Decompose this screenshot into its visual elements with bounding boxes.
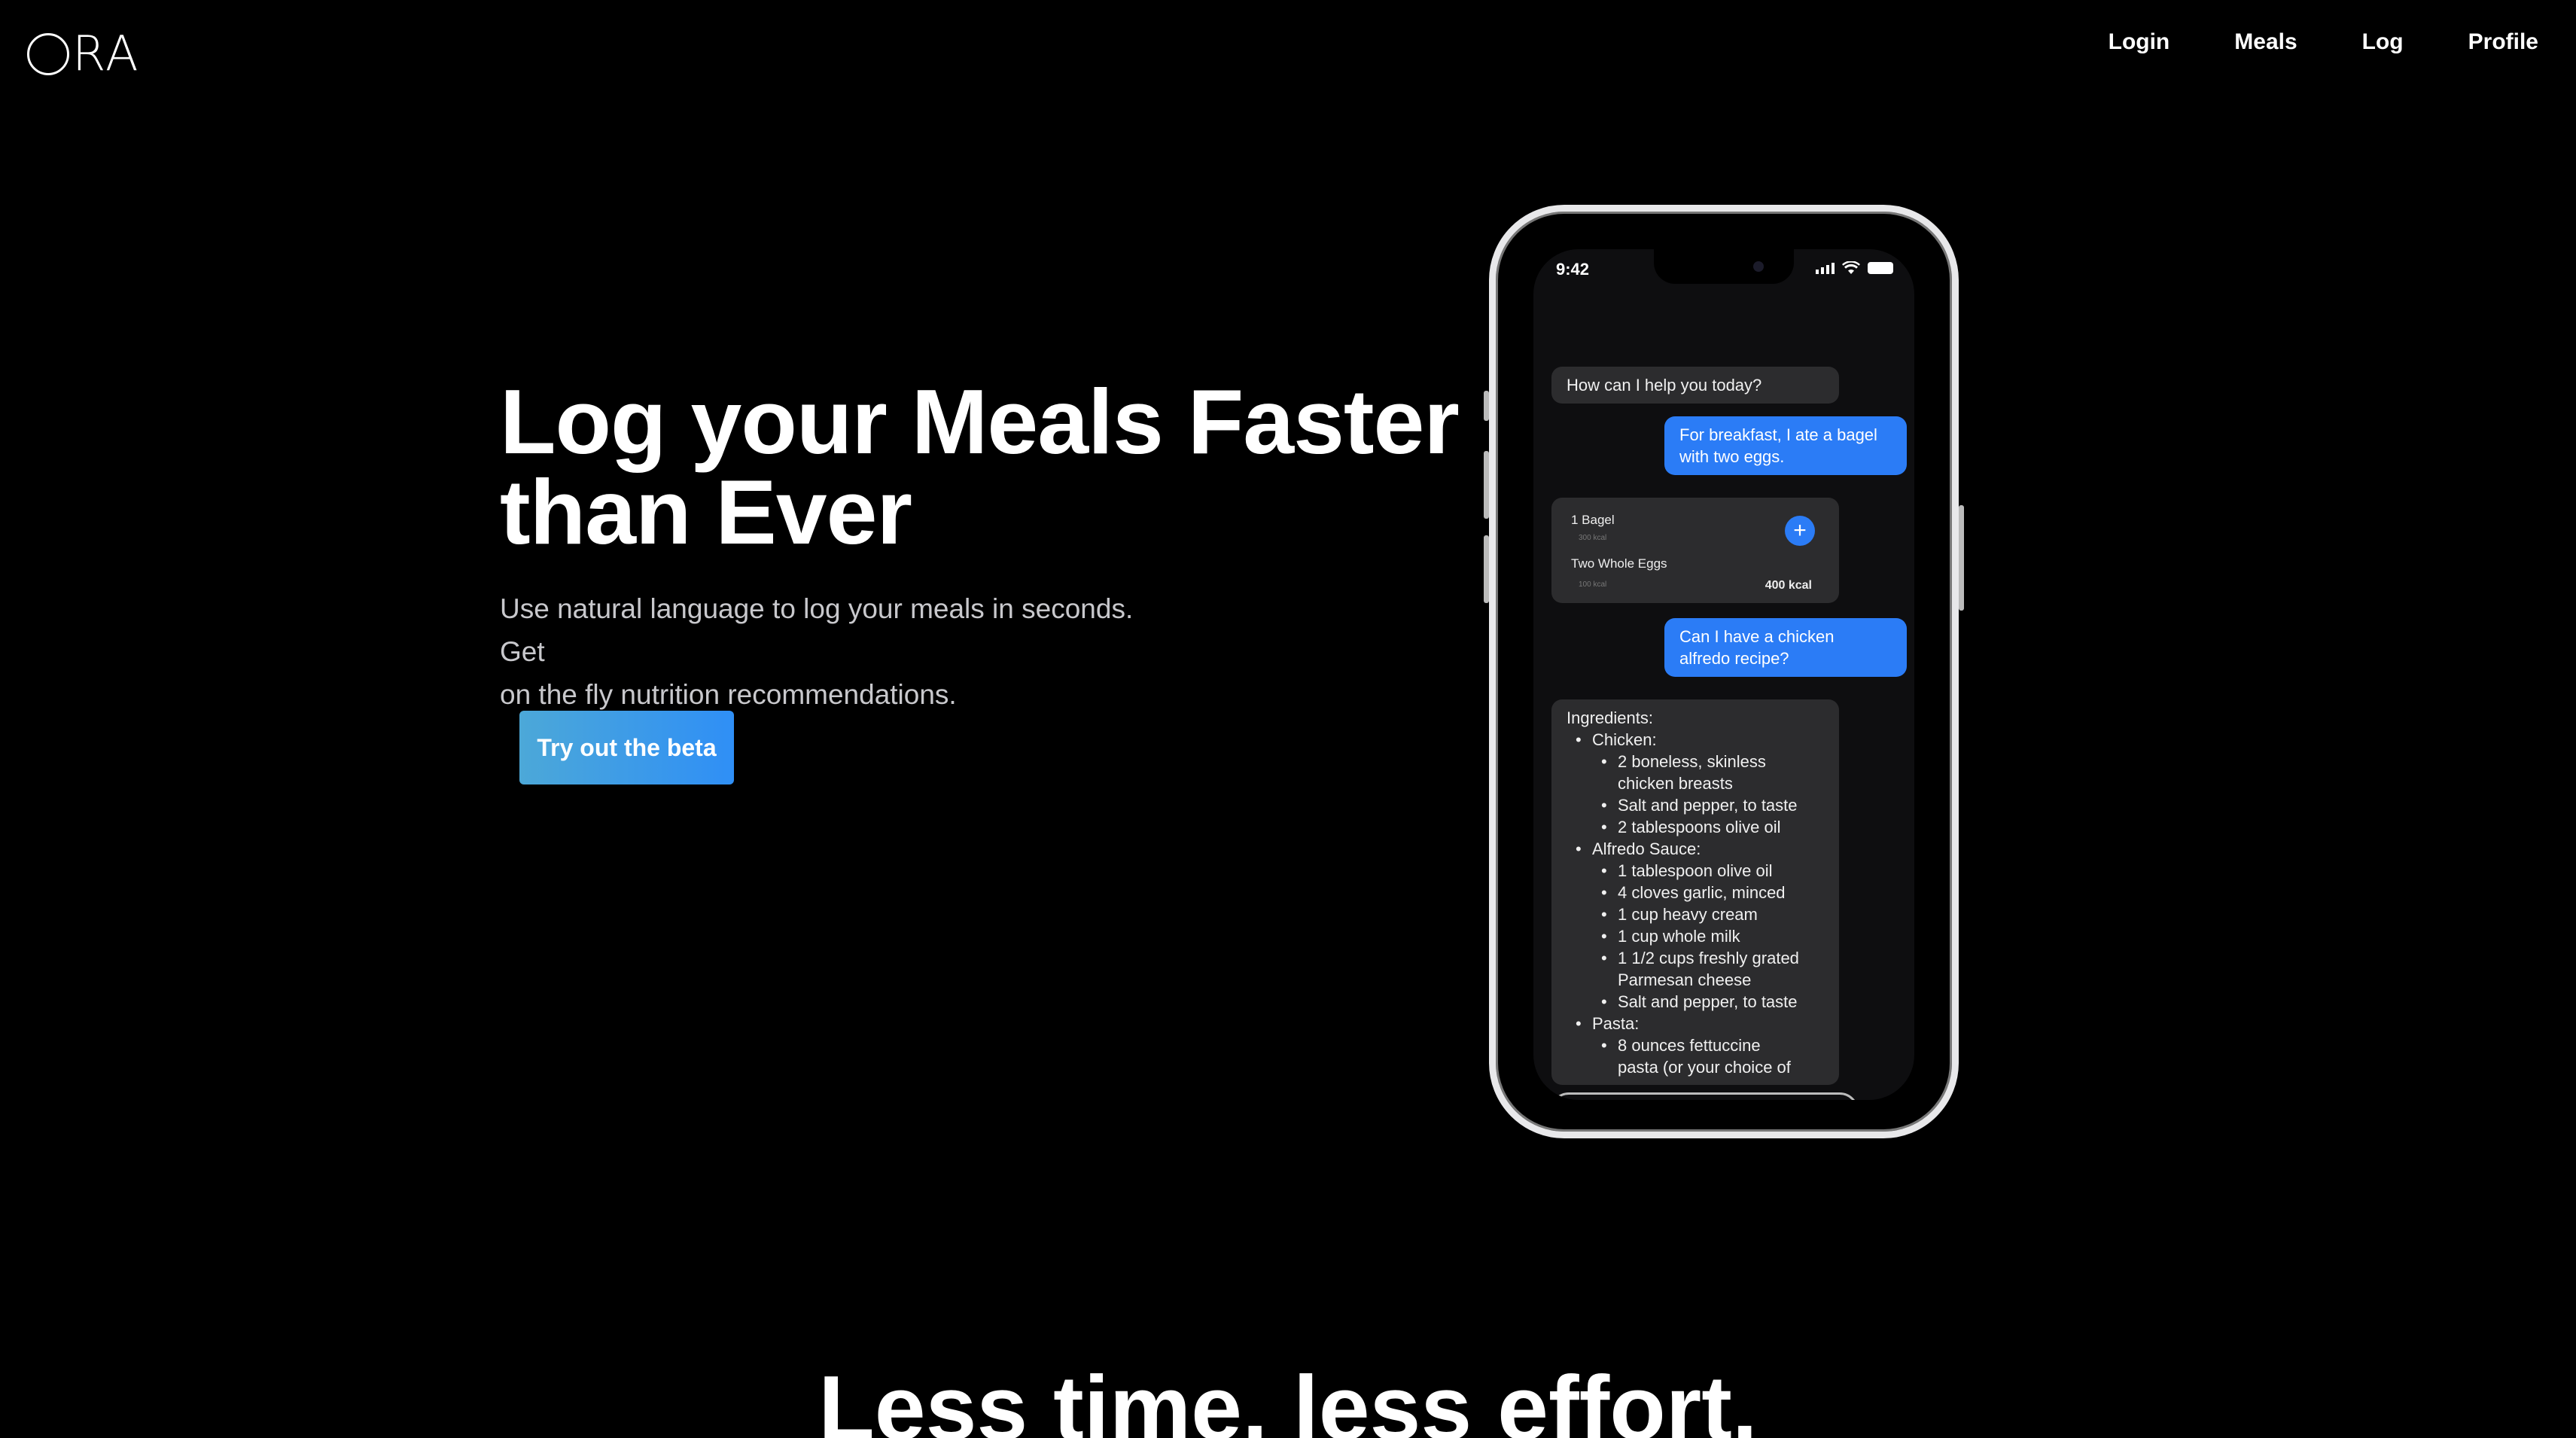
hero-title-line1: Log your Meals Faster: [500, 370, 1460, 473]
camera-icon: [1753, 261, 1764, 272]
user-message-line: Can I have a chicken: [1679, 627, 1835, 646]
meal-item-kcal: 100 kcal: [1579, 580, 1607, 589]
recipe-list: Chicken: 2 boneless, skinless chicken br…: [1567, 729, 1824, 1078]
logo-circle-icon: [27, 33, 69, 75]
logo-text: RA: [72, 26, 140, 82]
recipe-ingredient: 2 boneless, skinless: [1567, 751, 1824, 772]
meal-item-name: Two Whole Eggs: [1571, 556, 1667, 571]
user-message-line: with two eggs.: [1679, 447, 1785, 466]
battery-icon: [1868, 262, 1893, 274]
nav-meals[interactable]: Meals: [2234, 27, 2297, 57]
meal-item-name: 1 Bagel: [1571, 513, 1615, 527]
logo[interactable]: RA: [27, 30, 140, 78]
recipe-ingredient: 1 cup whole milk: [1567, 925, 1824, 947]
send-button[interactable]: ↑: [1875, 1098, 1907, 1100]
phone-power-button: [1959, 505, 1964, 611]
user-message-bubble: Can I have a chicken alfredo recipe?: [1664, 618, 1907, 677]
nav-log[interactable]: Log: [2362, 27, 2404, 57]
recipe-ingredient: 1 tablespoon olive oil: [1567, 860, 1824, 882]
recipe-ingredient: 1 1/2 cups freshly grated: [1567, 947, 1824, 969]
phone-notch: [1654, 249, 1794, 284]
recipe-ingredient-continued: pasta (or your choice of: [1618, 1058, 1791, 1077]
nav-profile[interactable]: Profile: [2468, 27, 2538, 57]
phone-volume-up: [1484, 451, 1489, 519]
recipe-ingredient: 1 cup heavy cream: [1567, 903, 1824, 925]
recipe-ingredient: Salt and pepper, to taste: [1567, 991, 1824, 1013]
add-meal-button[interactable]: +: [1785, 516, 1815, 546]
hero-subtitle: Use natural language to log your meals i…: [500, 587, 1177, 716]
nav-login[interactable]: Login: [2109, 27, 2170, 57]
meal-summary-card: 1 Bagel 300 kcal Two Whole Eggs 100 kcal…: [1551, 498, 1839, 603]
recipe-ingredient-continued: chicken breasts: [1618, 774, 1733, 793]
user-message-line: For breakfast, I ate a bagel: [1679, 425, 1877, 444]
meal-total-kcal: 400 kcal: [1765, 579, 1812, 592]
wifi-icon: [1842, 261, 1860, 274]
phone-screen: 9:42 How can I help you today? For break…: [1533, 249, 1914, 1100]
signal-icon: [1816, 262, 1835, 274]
section-title: Less time, less effort.: [818, 1357, 1758, 1438]
hero-subtitle-line2: on the fly nutrition recommendations.: [500, 679, 957, 710]
recipe-ingredient: 2 tablespoons olive oil: [1567, 816, 1824, 838]
recipe-section-label: Alfredo Sauce:: [1567, 838, 1824, 860]
hero-subtitle-line1: Use natural language to log your meals i…: [500, 593, 1134, 667]
try-beta-button[interactable]: Try out the beta: [519, 711, 734, 785]
phone-mockup: 9:42 How can I help you today? For break…: [1484, 205, 1964, 1138]
recipe-ingredient: Salt and pepper, to taste: [1567, 794, 1824, 816]
user-message-line: alfredo recipe?: [1679, 649, 1789, 668]
hero-title: Log your Meals Faster than Ever: [500, 376, 1478, 558]
recipe-heading: Ingredients:: [1567, 708, 1653, 727]
hero-title-line2: than Ever: [500, 461, 912, 563]
recipe-section-label: Chicken:: [1567, 729, 1824, 751]
meal-item-kcal: 300 kcal: [1579, 534, 1607, 542]
recipe-ingredient: 4 cloves garlic, minced: [1567, 882, 1824, 903]
phone-mute-switch: [1484, 391, 1489, 421]
top-nav: Login Meals Log Profile: [2109, 27, 2538, 57]
assistant-greeting-bubble: How can I help you today?: [1551, 367, 1839, 404]
phone-volume-down: [1484, 535, 1489, 603]
message-placeholder: message: [1564, 1098, 1643, 1100]
recipe-bubble: Ingredients: Chicken: 2 boneless, skinle…: [1551, 699, 1839, 1085]
status-icons: [1816, 261, 1893, 275]
user-message-bubble: For breakfast, I ate a bagel with two eg…: [1664, 416, 1907, 475]
status-time: 9:42: [1556, 260, 1590, 279]
recipe-ingredient: 8 ounces fettuccine: [1567, 1034, 1824, 1056]
recipe-ingredient-continued: Parmesan cheese: [1618, 970, 1752, 989]
recipe-section-label: Pasta:: [1567, 1013, 1824, 1034]
